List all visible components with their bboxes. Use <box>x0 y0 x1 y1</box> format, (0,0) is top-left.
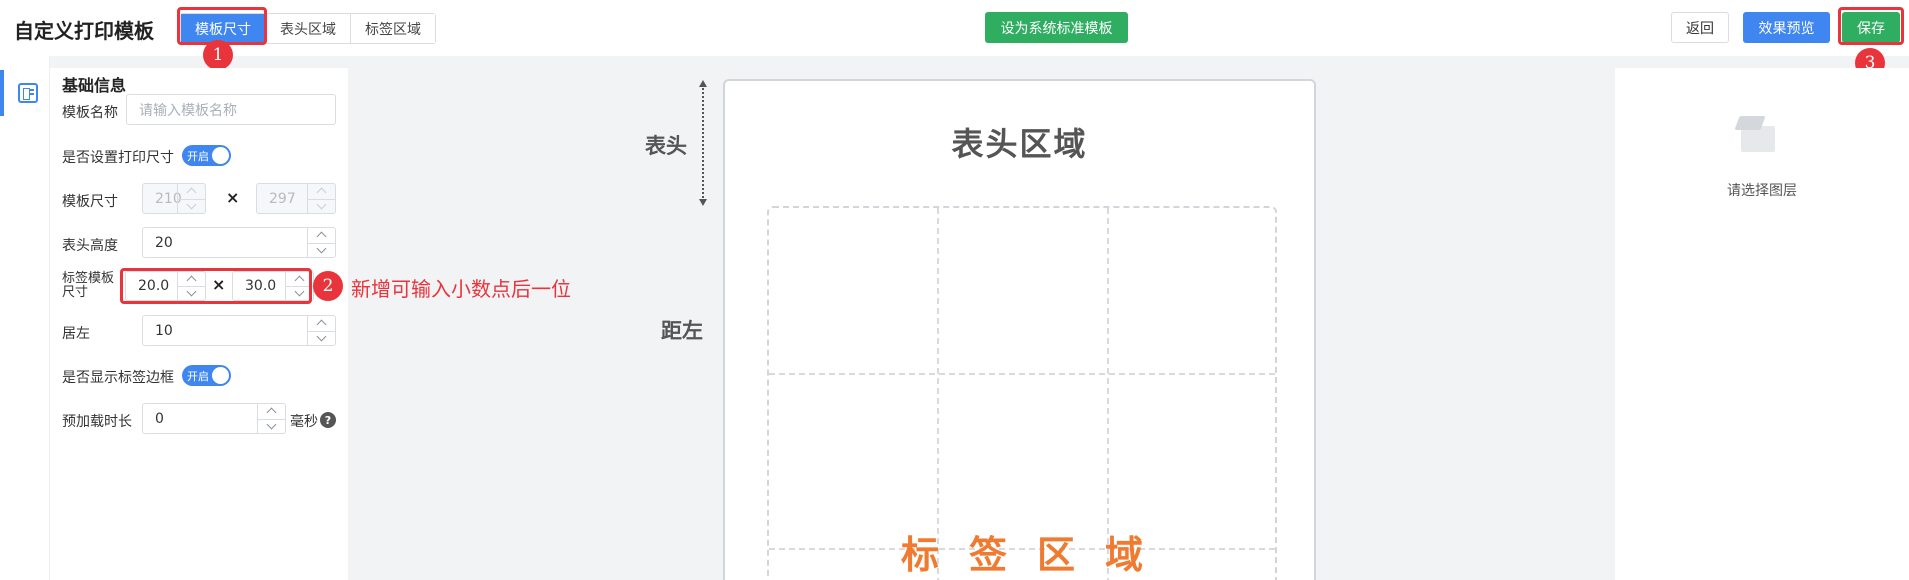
tab-label-area[interactable]: 标签区域 <box>350 14 435 43</box>
preview-button[interactable]: 效果预览 <box>1743 12 1830 43</box>
chevron-down-icon[interactable] <box>186 286 197 297</box>
step-badge-2: 2 <box>313 271 343 301</box>
page-title: 自定义打印模板 <box>14 19 154 43</box>
empty-state-text: 请选择图层 <box>1727 183 1797 199</box>
header-height-arrow <box>702 84 704 202</box>
left-margin-input[interactable]: 10 <box>142 315 336 346</box>
left-margin-value: 10 <box>155 322 173 339</box>
chevron-up-icon[interactable] <box>186 275 197 286</box>
grid-divider <box>769 373 1275 375</box>
tab-template-size[interactable]: 模板尺寸 <box>181 14 265 43</box>
left-margin-stepper[interactable] <box>307 316 335 345</box>
label-area-grid[interactable]: 标签区域 <box>767 206 1277 580</box>
arrow-up-icon <box>699 80 707 87</box>
preload-value: 0 <box>155 410 164 427</box>
label-height-value: 30.0 <box>245 278 277 294</box>
chevron-down-icon <box>186 199 197 210</box>
tab-header-area[interactable]: 表头区域 <box>265 14 350 43</box>
header-height-value: 20 <box>155 234 173 251</box>
preload-stepper[interactable] <box>257 404 285 433</box>
help-icon[interactable]: ? <box>320 412 336 428</box>
template-height-value: 297 <box>269 190 296 207</box>
left-side-label: 距左 <box>661 319 703 343</box>
header-side-label: 表头 <box>645 134 687 158</box>
switch-on-text: 开启 <box>187 369 209 383</box>
times-sign: × <box>212 275 226 294</box>
layer-properties-panel: 请选择图层 <box>1615 68 1909 580</box>
chevron-up-icon[interactable] <box>266 407 277 418</box>
header-height-stepper[interactable] <box>307 228 335 257</box>
template-canvas[interactable]: 表头区域 标签区域 <box>723 79 1316 580</box>
chevron-up-icon[interactable] <box>294 275 305 286</box>
show-border-switch[interactable]: 开启 <box>182 365 231 386</box>
template-size-label: 模板尺寸 <box>62 194 118 210</box>
header-height-label: 表头高度 <box>62 238 118 254</box>
template-height-stepper <box>307 184 335 213</box>
chevron-up-icon <box>186 187 197 198</box>
preload-input[interactable]: 0 <box>142 403 286 434</box>
back-button[interactable]: 返回 <box>1671 12 1729 43</box>
label-size-label: 标签模板 尺寸 <box>62 272 114 300</box>
times-sign: × <box>226 188 240 207</box>
form-layout-icon[interactable] <box>18 83 38 103</box>
chevron-down-icon <box>316 199 327 210</box>
box-lid <box>1734 116 1766 130</box>
annotation-text: 新增可输入小数点后一位 <box>351 277 571 301</box>
label-width-value: 20.0 <box>138 278 170 294</box>
chevron-down-icon[interactable] <box>316 243 327 254</box>
chevron-down-icon[interactable] <box>294 286 305 297</box>
switch-knob <box>212 147 229 164</box>
template-name-label: 模板名称 <box>62 105 118 121</box>
print-size-switch[interactable]: 开启 <box>182 145 231 166</box>
switch-on-text: 开启 <box>187 149 209 163</box>
step-badge-1: 1 <box>203 40 233 70</box>
template-width-input: 210 <box>142 183 206 214</box>
chevron-down-icon[interactable] <box>316 331 327 342</box>
preload-unit: 毫秒 <box>290 414 318 430</box>
label-height-stepper[interactable] <box>285 272 313 300</box>
template-name-input[interactable]: 请输入模板名称 <box>126 94 336 125</box>
show-border-label: 是否显示标签边框 <box>62 370 174 386</box>
template-height-input: 297 <box>256 183 336 214</box>
header-height-input[interactable]: 20 <box>142 227 336 258</box>
section-title: 基础信息 <box>62 76 127 95</box>
chevron-down-icon[interactable] <box>266 419 277 430</box>
left-icon-bar <box>0 56 50 580</box>
label-size-label-line2: 尺寸 <box>62 285 89 300</box>
label-height-input[interactable]: 30.0 <box>232 271 314 301</box>
set-standard-template-button[interactable]: 设为系统标准模板 <box>985 12 1128 43</box>
chevron-up-icon <box>316 187 327 198</box>
header-area-title: 表头区域 <box>951 125 1088 163</box>
empty-box-icon <box>1734 112 1779 158</box>
label-area-title: 标签区域 <box>900 533 1173 577</box>
set-print-size-label: 是否设置打印尺寸 <box>62 150 174 166</box>
switch-knob <box>212 367 229 384</box>
label-width-input[interactable]: 20.0 <box>125 271 206 301</box>
left-bar-active-indicator <box>0 70 4 116</box>
top-bar: 自定义打印模板 模板尺寸 表头区域 标签区域 设为系统标准模板 返回 效果预览 … <box>0 0 1909 56</box>
chevron-up-icon[interactable] <box>316 319 327 330</box>
chevron-up-icon[interactable] <box>316 231 327 242</box>
label-size-label-line1: 标签模板 <box>62 271 115 286</box>
arrow-down-icon <box>699 199 707 206</box>
left-margin-label: 居左 <box>62 326 90 342</box>
label-width-stepper[interactable] <box>177 272 205 300</box>
save-button[interactable]: 保存 <box>1842 12 1900 43</box>
preload-label: 预加载时长 <box>62 414 132 430</box>
template-width-stepper <box>177 184 205 213</box>
basic-info-panel: 基础信息 模板名称 请输入模板名称 是否设置打印尺寸 开启 模板尺寸 210 ×… <box>50 68 348 580</box>
